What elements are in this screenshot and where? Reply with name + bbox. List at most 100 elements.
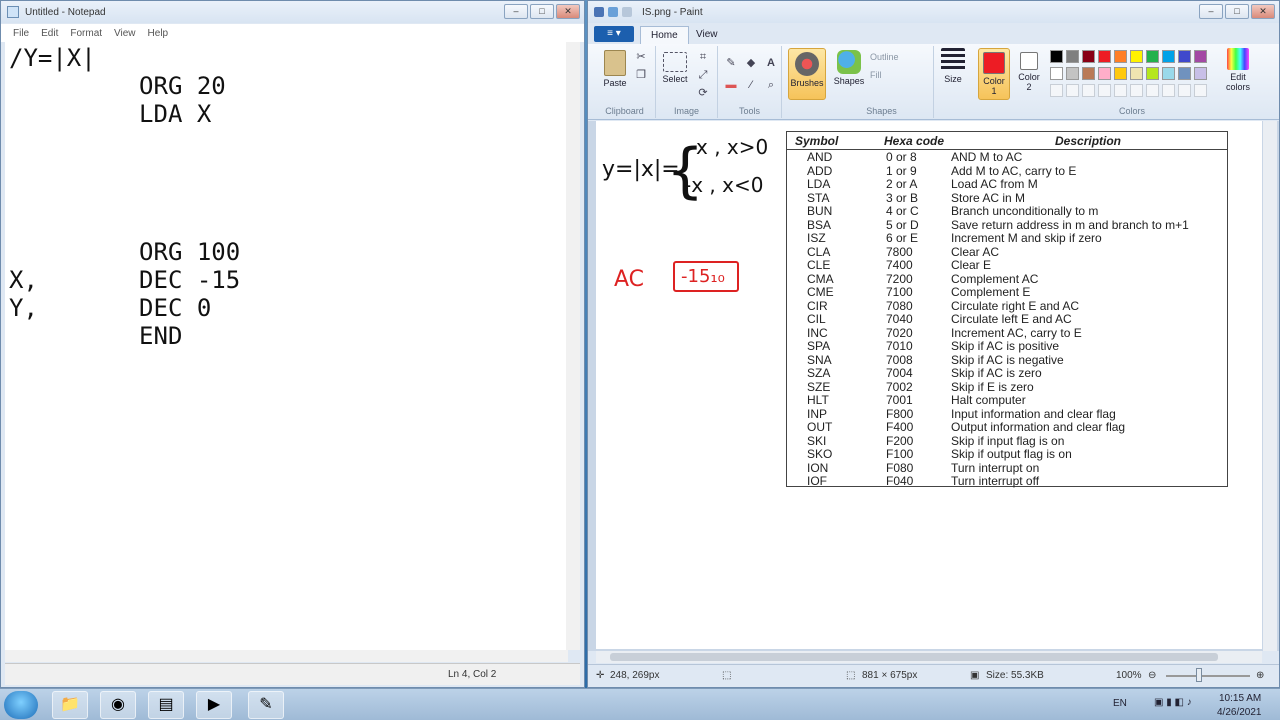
zoom-slider-thumb[interactable] — [1196, 668, 1202, 682]
tray-icons[interactable]: ▣ ▮ ◧ ♪ — [1154, 697, 1192, 708]
palette-swatch[interactable] — [1050, 50, 1063, 63]
table-row: CME 7100 Complement E — [787, 286, 1227, 300]
custom-color-slot[interactable] — [1162, 84, 1175, 97]
menu-format[interactable]: Format — [70, 28, 102, 39]
select-button[interactable]: Select — [658, 52, 692, 84]
minimize-button[interactable]: – — [1199, 4, 1223, 19]
table-row: BUN 4 or C Branch unconditionally to m — [787, 205, 1227, 219]
scroll-thumb[interactable] — [610, 653, 1218, 661]
tab-view[interactable]: View — [686, 26, 728, 44]
brushes-button[interactable]: Brushes — [788, 48, 826, 100]
zoom-app-icon[interactable]: ▶ — [196, 691, 232, 719]
paint-titlebar[interactable]: IS.png - Paint — [588, 1, 1279, 23]
palette-swatch[interactable] — [1082, 50, 1095, 63]
zoom-slider[interactable] — [1166, 675, 1250, 677]
palette-swatch[interactable] — [1194, 50, 1207, 63]
palette-swatch[interactable] — [1098, 67, 1111, 80]
vertical-scrollbar[interactable] — [566, 42, 580, 650]
palette-swatch[interactable] — [1066, 67, 1079, 80]
eraser-icon[interactable]: ▬ — [724, 78, 738, 92]
maximize-button[interactable]: □ — [1225, 4, 1249, 19]
magnifier-icon[interactable]: ⌕ — [764, 78, 778, 92]
rotate-icon[interactable]: ⟳ — [696, 86, 710, 100]
undo-icon[interactable] — [608, 7, 618, 17]
language-indicator[interactable]: EN — [1113, 698, 1127, 709]
paste-icon — [604, 50, 626, 76]
menu-view[interactable]: View — [114, 28, 136, 39]
paint-menu-button[interactable]: ≡ ▾ — [594, 26, 634, 42]
chrome-icon[interactable]: ◉ — [100, 691, 136, 719]
fill-bucket-icon[interactable]: ◆ — [744, 56, 758, 70]
close-button[interactable]: ✕ — [556, 4, 580, 19]
vertical-scrollbar[interactable] — [1263, 121, 1277, 651]
custom-color-slot[interactable] — [1114, 84, 1127, 97]
custom-color-slot[interactable] — [1098, 84, 1111, 97]
custom-color-slot[interactable] — [1194, 84, 1207, 97]
paint-taskbar-icon[interactable]: ✎ — [248, 691, 284, 719]
fill-button[interactable]: Fill — [870, 70, 882, 80]
crop-icon[interactable]: ⌗ — [696, 50, 710, 64]
palette-swatch[interactable] — [1146, 67, 1159, 80]
palette-swatch[interactable] — [1178, 67, 1191, 80]
shapes-button[interactable]: Shapes — [832, 50, 866, 86]
maximize-button[interactable]: □ — [530, 4, 554, 19]
description-cell: Skip if AC is positive — [951, 339, 1060, 353]
clock-date[interactable]: 4/26/2021 — [1217, 707, 1262, 718]
copy-icon[interactable]: ❐ — [634, 68, 648, 82]
custom-color-slot[interactable] — [1178, 84, 1191, 97]
notepad-taskbar-icon[interactable]: ▤ — [148, 691, 184, 719]
custom-color-slot[interactable] — [1130, 84, 1143, 97]
color1-button[interactable]: Color 1 — [978, 48, 1010, 100]
save-icon[interactable] — [594, 7, 604, 17]
paste-button[interactable]: Paste — [598, 50, 632, 88]
notepad-text-area[interactable]: /Y=|X| ORG 20 LDA X ORG 100 X, DEC -15 Y… — [5, 42, 568, 650]
zoom-out-icon[interactable]: ⊖ — [1148, 670, 1156, 681]
pencil-icon[interactable]: ✎ — [724, 56, 738, 70]
disk-icon: ▣ — [970, 670, 980, 681]
custom-color-slot[interactable] — [1146, 84, 1159, 97]
redo-icon[interactable] — [622, 7, 632, 17]
resize-icon[interactable]: ⤢ — [696, 68, 710, 82]
palette-swatch[interactable] — [1114, 50, 1127, 63]
palette-swatch[interactable] — [1130, 50, 1143, 63]
menu-edit[interactable]: Edit — [41, 28, 58, 39]
close-button[interactable]: ✕ — [1251, 4, 1275, 19]
color-picker-icon[interactable]: ⁄ — [744, 78, 758, 92]
horizontal-scrollbar[interactable] — [596, 651, 1262, 663]
palette-swatch[interactable] — [1114, 67, 1127, 80]
custom-color-slot[interactable] — [1066, 84, 1079, 97]
palette-swatch[interactable] — [1146, 50, 1159, 63]
file-explorer-icon[interactable]: 📁 — [52, 691, 88, 719]
palette-swatch[interactable] — [1066, 50, 1079, 63]
size-button[interactable]: Size — [938, 48, 968, 84]
start-button[interactable] — [4, 691, 38, 719]
drawing-canvas[interactable]: y=|x|= { x , x>0 -x , x<0 AC -15₁₀ Symbo… — [596, 121, 1262, 649]
palette-swatch[interactable] — [1050, 67, 1063, 80]
edit-colors-button[interactable]: Edit colors — [1220, 48, 1256, 92]
menu-help[interactable]: Help — [148, 28, 169, 39]
palette-swatch[interactable] — [1130, 67, 1143, 80]
zoom-in-icon[interactable]: ⊕ — [1256, 670, 1264, 681]
palette-swatch[interactable] — [1178, 50, 1191, 63]
color2-label: Color 2 — [1018, 72, 1040, 92]
text-line: /Y=|X| — [9, 44, 96, 72]
minimize-button[interactable]: – — [504, 4, 528, 19]
palette-swatch[interactable] — [1082, 67, 1095, 80]
horizontal-scrollbar[interactable] — [5, 650, 568, 662]
custom-color-slot[interactable] — [1082, 84, 1095, 97]
ac-value-box: -15₁₀ — [673, 261, 739, 292]
clock-time[interactable]: 10:15 AM — [1219, 693, 1261, 704]
custom-color-slot[interactable] — [1050, 84, 1063, 97]
menu-file[interactable]: File — [13, 28, 29, 39]
notepad-titlebar[interactable]: Untitled - Notepad — [1, 1, 584, 23]
text-tool-icon[interactable]: A — [764, 56, 778, 70]
color2-button[interactable]: Color 2 — [1014, 48, 1044, 92]
palette-swatch[interactable] — [1162, 50, 1175, 63]
palette-swatch[interactable] — [1162, 67, 1175, 80]
cut-icon[interactable]: ✂ — [634, 50, 648, 64]
palette-swatch[interactable] — [1098, 50, 1111, 63]
paint-window: IS.png - Paint – □ ✕ ≡ ▾ Home View Paste… — [587, 0, 1280, 688]
tab-home[interactable]: Home — [640, 26, 689, 44]
palette-swatch[interactable] — [1194, 67, 1207, 80]
outline-button[interactable]: Outline — [870, 52, 899, 62]
